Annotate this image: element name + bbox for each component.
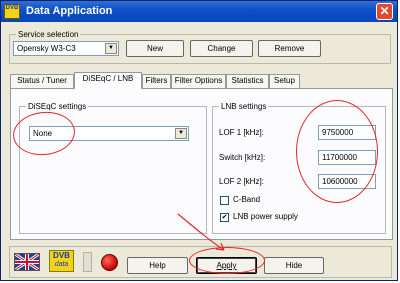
tab-diseqc-lnb[interactable]: DiSEqC / LNB [74,72,142,89]
arrow-line [177,213,225,251]
tab-label: DiSEqC / LNB [82,74,134,83]
annotation-arrow-overlay [177,213,225,251]
